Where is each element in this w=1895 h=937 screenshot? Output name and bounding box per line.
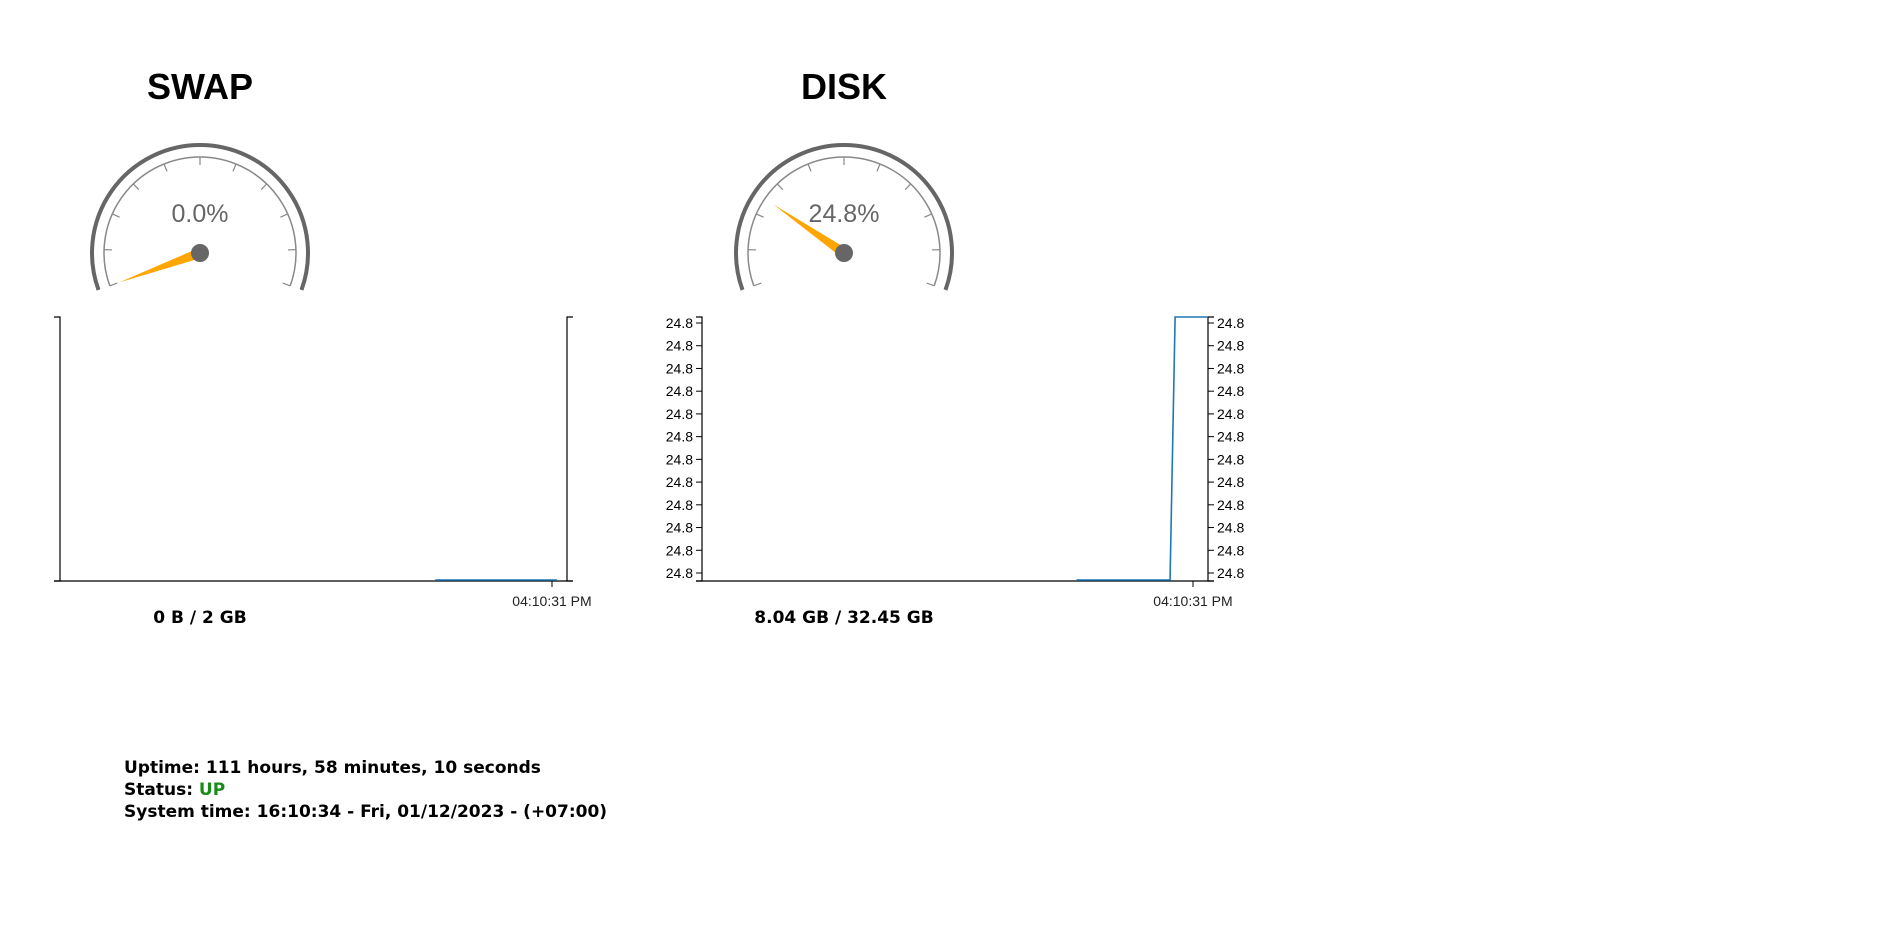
x-tick-label: 04:10:31 PM (512, 593, 591, 609)
gauge-tick (260, 183, 268, 191)
y-tick-label: 24.8 (666, 520, 693, 536)
gauge-tick (876, 163, 881, 172)
swap-usage: 0 B / 2 GB (153, 608, 247, 628)
status-row: Status: UP (124, 779, 607, 801)
gauge-hub (835, 244, 853, 262)
chart-axes (54, 316, 573, 582)
uptime-value: 111 hours, 58 minutes, 10 seconds (205, 758, 541, 778)
gauge-tick (280, 213, 288, 218)
right-axis (1207, 316, 1214, 582)
y-tick-label: 24.8 (666, 474, 693, 490)
y-tick-label: 24.8 (666, 497, 693, 513)
y-tick-label-right: 24.8 (1217, 406, 1244, 422)
usage-series-line (1076, 316, 1208, 581)
swap-gauge: 0.0% (90, 143, 310, 291)
y-tick-label-right: 24.8 (1217, 542, 1244, 558)
y-tick-label: 24.8 (666, 429, 693, 445)
y-tick-label-right: 24.8 (1217, 315, 1244, 331)
gauge-tick (112, 213, 120, 218)
right-axis (566, 316, 573, 582)
y-tick-label-right: 24.8 (1217, 451, 1244, 467)
gauge-tick (904, 183, 912, 191)
system-info: Uptime: 111 hours, 58 minutes, 10 second… (124, 757, 607, 823)
y-tick-label-right: 24.8 (1217, 338, 1244, 354)
gauge-tick (756, 213, 764, 218)
y-tick-label: 24.8 (666, 360, 693, 376)
gauge-tick (282, 282, 291, 287)
disk-gauge: 24.8% (734, 143, 954, 291)
disk-title: DISK (800, 66, 888, 107)
left-axis (54, 316, 61, 582)
system-time-row: System time: 16:10:34 - Fri, 01/12/2023 … (124, 801, 607, 823)
uptime-row: Uptime: 111 hours, 58 minutes, 10 second… (124, 757, 607, 779)
gauge-hub (191, 244, 209, 262)
y-tick-label-right: 24.8 (1217, 565, 1244, 581)
status-value: UP (198, 780, 226, 800)
y-tick-label: 24.8 (666, 338, 693, 354)
swap-chart: 04:10:31 PM (54, 316, 592, 609)
y-tick-label-right: 24.8 (1217, 360, 1244, 376)
y-tick-label: 24.8 (666, 406, 693, 422)
y-tick-label-right: 24.8 (1217, 497, 1244, 513)
y-tick-label-right: 24.8 (1217, 520, 1244, 536)
x-tick-label: 04:10:31 PM (1153, 593, 1232, 609)
gauge-tick (924, 213, 932, 218)
y-tick-label: 24.8 (666, 565, 693, 581)
uptime-label: Uptime: (124, 758, 200, 778)
y-tick-label: 24.8 (666, 315, 693, 331)
gauge-tick (163, 163, 168, 172)
system-time-label: System time: (124, 802, 251, 822)
disk-usage: 8.04 GB / 32.45 GB (754, 608, 934, 628)
y-tick-label-right: 24.8 (1217, 429, 1244, 445)
gauge-tick (109, 282, 118, 287)
status-label: Status: (124, 780, 193, 800)
y-tick-label: 24.8 (666, 383, 693, 399)
y-tick-label-right: 24.8 (1217, 383, 1244, 399)
left-axis (696, 316, 703, 582)
disk-chart: 24.8 24.8 24.8 24.8 24.8 24.8 24.8 24.8 24.8 24.8… (666, 315, 1245, 609)
chart-axes (696, 316, 1214, 582)
y-tick-label-right: 24.8 (1217, 474, 1244, 490)
system-time-value: 16:10:34 - Fri, 01/12/2023 - (+07:00) (256, 802, 608, 822)
gauge-value-label: 0.0% (172, 200, 229, 228)
swap-title: SWAP (146, 66, 254, 107)
y-tick-label: 24.8 (666, 542, 693, 558)
gauge-tick (926, 282, 935, 287)
y-tick-label: 24.8 (666, 451, 693, 467)
gauge-tick (807, 163, 812, 172)
gauge-needle (119, 248, 202, 283)
gauge-tick (132, 183, 140, 191)
gauge-tick (776, 183, 784, 191)
gauge-tick (232, 163, 237, 172)
gauge-tick (753, 282, 762, 287)
gauge-value-label: 24.8% (809, 200, 880, 228)
